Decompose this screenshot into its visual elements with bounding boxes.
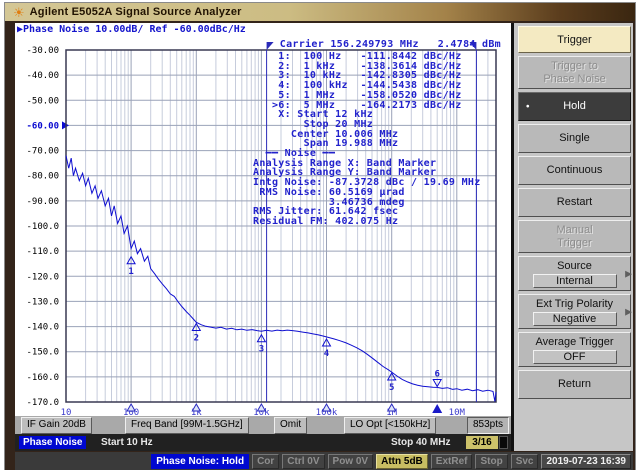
y-axis-label: -60.00	[26, 121, 59, 131]
softkey-continuous[interactable]: Continuous	[518, 156, 631, 185]
active-softkey-bullet-icon: •	[526, 100, 530, 113]
svg-text:6: 6	[434, 370, 439, 380]
y-axis-label: -100.0	[26, 222, 59, 232]
y-axis-label: -160.0	[26, 373, 59, 383]
y-axis-label: -90.00	[26, 197, 59, 207]
band-start-flag-icon	[267, 42, 274, 50]
y-axis-label: -40.00	[26, 71, 59, 81]
axis-marker-6-icon	[432, 404, 442, 413]
status-meas-status: Phase Noise: Hold	[151, 454, 249, 469]
sun-icon: ☀	[13, 6, 25, 19]
points-button[interactable]: 853pts	[467, 417, 509, 434]
status-pow: Pow 0V	[328, 454, 374, 469]
trace-bar-indicator	[499, 436, 508, 449]
sweep-stop-label: Stop 40 MHz	[391, 436, 450, 449]
lo-opt-button[interactable]: LO Opt [<150kHz]	[344, 417, 436, 434]
softkey-trigger-to-phase-noise: Trigger to Phase Noise	[518, 56, 631, 89]
softkey-page-indicator: 3/16	[466, 436, 498, 449]
softkey-menu: Trigger Trigger to Phase Noise Hold• Single…	[518, 26, 631, 399]
y-axis-label: -130.0	[26, 297, 59, 307]
status-cor: Cor	[252, 454, 279, 469]
softkey-label: Ext Trig Polarity	[536, 298, 613, 311]
softkey-restart[interactable]: Restart	[518, 188, 631, 217]
softkey-label: Source	[557, 260, 592, 273]
measurement-screen: -30.00 -40.00 -50.00 -60.00 -70.00 -80.00 -90.…	[15, 23, 511, 451]
softkey-average-trigger[interactable]: Average TriggerOFF	[518, 332, 631, 367]
svg-text:3: 3	[259, 345, 264, 355]
softkey-source[interactable]: SourceInternal ▶	[518, 256, 631, 291]
softkey-return[interactable]: Return	[518, 370, 631, 399]
softkey-hold[interactable]: Hold•	[518, 92, 631, 121]
submenu-arrow-icon: ▶	[625, 268, 632, 279]
softkey-value: Internal	[533, 274, 617, 288]
submenu-arrow-icon: ▶	[625, 306, 632, 317]
window-title: Agilent E5052A Signal Source Analyzer	[30, 6, 242, 18]
if-gain-button[interactable]: IF Gain 20dB	[21, 417, 92, 434]
readout-line: Residual FM: 402.075 Hz	[253, 217, 481, 227]
status-svc: Svc	[511, 454, 539, 469]
trace-status-bar: Phase Noise Start 10 Hz Stop 40 MHz 3/16	[15, 434, 511, 451]
y-axis-label: -80.00	[26, 172, 59, 182]
y-axis-label: -140.0	[26, 323, 59, 333]
freq-band-button[interactable]: Freq Band [99M-1.5GHz]	[125, 417, 249, 434]
title-bar: ☀ Agilent E5052A Signal Source Analyzer	[5, 3, 635, 21]
trace-scale-text: Phase Noise 10.00dB/ Ref -60.00dBc/Hz	[23, 24, 246, 35]
softkey-value: OFF	[533, 350, 617, 364]
status-extref: ExtRef	[431, 454, 473, 469]
softkey-label: Average Trigger	[535, 336, 613, 349]
omit-button[interactable]: Omit	[274, 417, 307, 434]
softkey-menu-title: Trigger	[518, 26, 631, 53]
softkey-ext-trig-polarity[interactable]: Ext Trig PolarityNegative ▶	[518, 294, 631, 329]
status-ctrl: Ctrl 0V	[282, 454, 324, 469]
softkey-value: Negative	[533, 312, 617, 326]
status-datetime: 2019-07-23 16:39	[541, 454, 631, 469]
sweep-start-label: Start 10 Hz	[101, 436, 153, 449]
y-axis-label: -50.00	[26, 96, 59, 106]
softkey-manual-trigger: Manual Trigger	[518, 220, 631, 253]
y-axis-label: -110.0	[26, 247, 59, 257]
trace-scale-line: ▶Phase Noise 10.00dB/ Ref -60.00dBc/Hz	[17, 24, 246, 35]
trace-name-chip[interactable]: Phase Noise	[19, 436, 86, 449]
x-axis-label: 10M	[449, 408, 466, 416]
marker-readout-block: 1: 100 Hz -111.8442 dBc/Hz 2: 1 kHz -138…	[253, 52, 481, 227]
measurement-toolbar: IF Gain 20dB Freq Band [99M-1.5GHz] Omit LO…	[15, 416, 511, 434]
svg-text:2: 2	[194, 334, 199, 344]
y-axis-label: -120.0	[26, 272, 59, 282]
status-attn: Attn 5dB	[376, 454, 428, 469]
instrument-status-bar: Phase Noise: HoldCorCtrl 0V Pow 0VAttn 5d…	[15, 452, 633, 470]
y-axis-label: -150.0	[26, 348, 59, 358]
content-area: -30.00 -40.00 -50.00 -60.00 -70.00 -80.00 -90.…	[5, 21, 635, 470]
softkey-sidebar: Trigger Trigger to Phase Noise Hold• Single…	[511, 23, 633, 451]
instrument-window: ☀ Agilent E5052A Signal Source Analyzer …	[4, 2, 636, 470]
carrier-readout: Carrier 156.249793 MHz 2.4784 dBm	[280, 39, 501, 50]
softkey-single[interactable]: Single	[518, 124, 631, 153]
screen-capture: ☀ Agilent E5052A Signal Source Analyzer …	[0, 0, 638, 476]
y-axis-label: -170.0	[26, 398, 59, 408]
svg-text:1: 1	[128, 267, 133, 277]
svg-text:4: 4	[324, 349, 330, 359]
svg-text:5: 5	[389, 383, 394, 393]
y-axis-label: -30.00	[26, 46, 59, 56]
y-axis-label: -70.00	[26, 147, 59, 157]
status-stop: Stop	[475, 454, 507, 469]
x-axis-label: 10	[61, 408, 72, 416]
